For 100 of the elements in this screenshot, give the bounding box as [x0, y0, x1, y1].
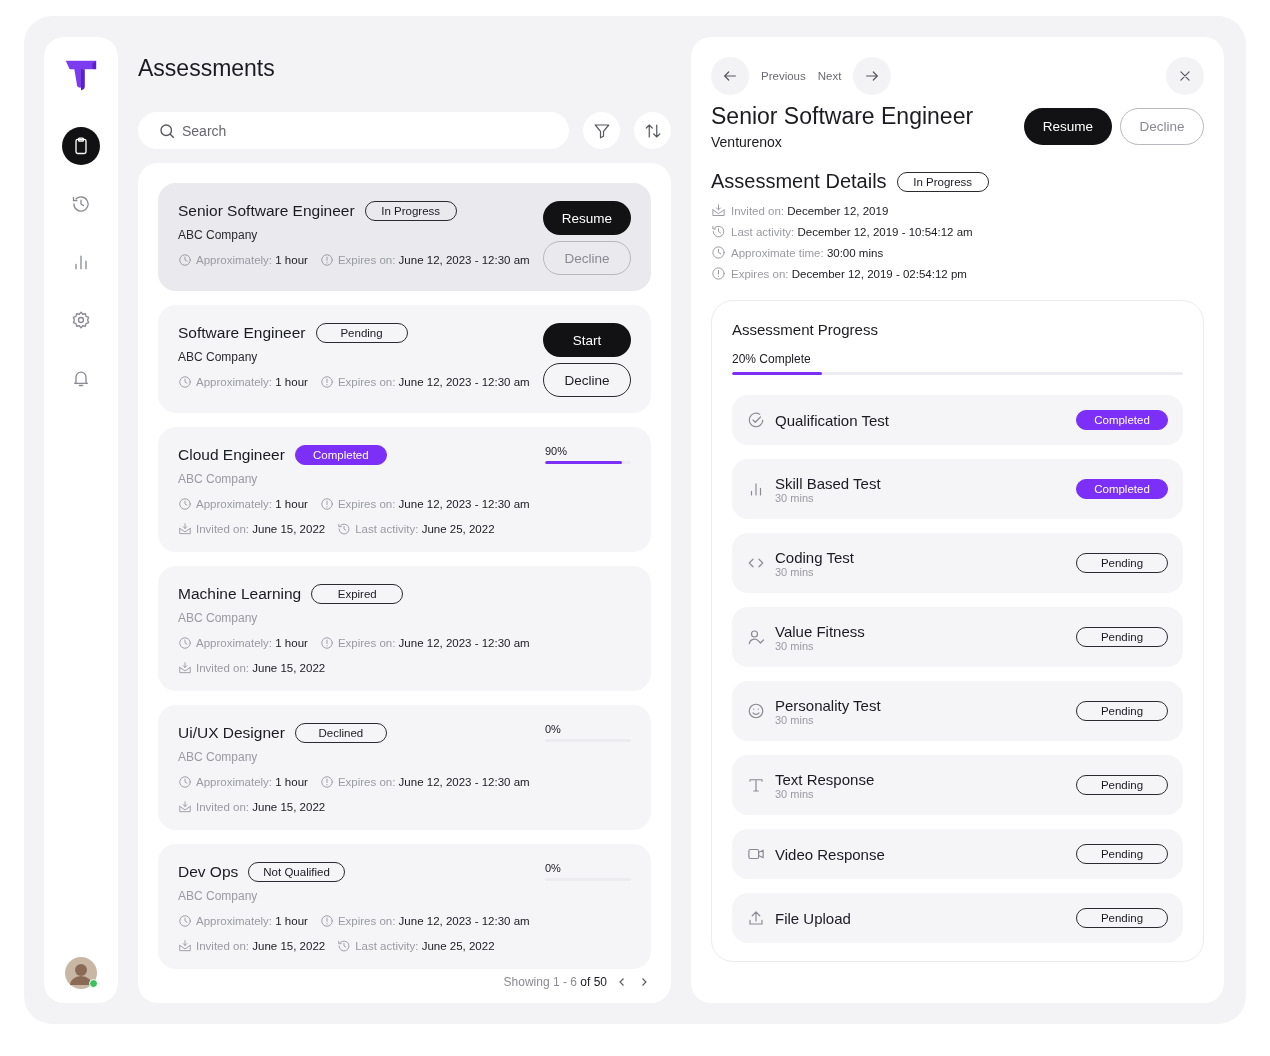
test-row[interactable]: Value Fitness 30 mins Pending: [732, 607, 1183, 667]
clock-icon: [711, 245, 726, 260]
history-icon: [337, 939, 352, 953]
assessment-card[interactable]: Dev Ops Not Qualified ABC Company Approximately: 1 hour Expires on: June 12, 2023 - 12:30 am Invited on: June 15, 2022 Last activity: June 25, 2022 0%: [158, 844, 651, 969]
test-name: Text Response: [775, 770, 876, 788]
clock-icon: [178, 636, 192, 650]
assessment-card[interactable]: Software Engineer Pending ABC Company Approximately: 1 hour Expires on: June 12, 2023 - 12:30 am Start Decline: [158, 305, 651, 413]
company-name: ABC Company: [178, 611, 259, 625]
smile-icon: [747, 702, 765, 720]
test-row[interactable]: Qualification Test Completed: [732, 395, 1183, 445]
alert-icon: [319, 497, 334, 511]
meta-text: Expires on: June 12, 2023 - 12:30 am: [337, 637, 530, 649]
meta-text: Approximately: 1 hour: [196, 376, 308, 388]
meta-text: Expires on: June 12, 2023 - 12:30 am: [337, 376, 530, 388]
test-row[interactable]: Coding Test 30 mins Pending: [732, 533, 1183, 593]
alert-icon: [319, 775, 334, 789]
sidebar-nav-button[interactable]: [62, 127, 100, 165]
search-field[interactable]: Search: [138, 112, 569, 149]
test-name: Value Fitness: [775, 622, 866, 640]
meta-text: Approximately: 1 hour: [196, 254, 308, 266]
company-name: ABC Company: [178, 350, 259, 364]
progress-title: Assessment Progress: [732, 321, 879, 338]
check-circle-icon: [747, 411, 765, 429]
alert-icon: [319, 636, 334, 650]
test-duration: 30 mins: [775, 787, 814, 800]
meta-text: Approximately: 1 hour: [196, 915, 308, 927]
history-icon: [711, 224, 726, 239]
alert-icon: [319, 253, 334, 267]
test-name: File Upload: [775, 909, 852, 927]
info-text: Approximate time: 30:00 mins: [731, 246, 884, 259]
user-check-icon: [747, 628, 765, 646]
sort-button[interactable]: [634, 112, 671, 149]
close-icon: [1178, 69, 1192, 83]
status-badge: Completed: [294, 445, 387, 465]
meta-text: Expires on: June 12, 2023 - 12:30 am: [337, 776, 530, 788]
user-avatar[interactable]: [65, 957, 97, 989]
history-icon: [337, 522, 352, 536]
meta-text: Invited on: June 15, 2022: [196, 523, 326, 535]
search-icon: [158, 122, 176, 140]
test-duration: 30 mins: [775, 639, 815, 652]
previous-link[interactable]: Previous: [761, 70, 806, 82]
arrow-right-icon: [864, 68, 881, 84]
meta-text: Last activity: June 25, 2022: [355, 523, 495, 535]
meta-text: Invited on: June 15, 2022: [196, 801, 326, 813]
assessment-title: Senior Software Engineer: [178, 202, 355, 220]
assessment-title: Ui/UX Designer: [178, 724, 285, 742]
upload-icon: [747, 909, 765, 927]
assessment-title: Software Engineer: [178, 324, 306, 342]
next-button[interactable]: [853, 57, 892, 95]
test-row[interactable]: Text Response 30 mins Pending: [732, 755, 1183, 815]
meta-text: Invited on: June 15, 2022: [196, 662, 326, 674]
detail-title: Senior Software Engineer: [711, 103, 975, 130]
assessment-card[interactable]: Machine Learning Expired ABC Company Approximately: 1 hour Expires on: June 12, 2023 - 12:30 am Invited on: June 15, 2022: [158, 566, 651, 691]
meta-text: Expires on: June 12, 2023 - 12:30 am: [337, 254, 530, 266]
history-icon: [71, 194, 91, 214]
alert-icon: [319, 375, 334, 389]
company-name: ABC Company: [178, 750, 259, 764]
primary-button[interactable]: Resume: [543, 201, 631, 235]
progress-label: 20% Complete: [732, 352, 812, 366]
close-button[interactable]: [1166, 57, 1204, 95]
meta-text: Expires on: June 12, 2023 - 12:30 am: [337, 915, 530, 927]
inbox-icon: [178, 522, 192, 536]
test-name: Skill Based Test: [775, 474, 882, 492]
next-link[interactable]: Next: [817, 70, 842, 82]
meta-text: Last activity: June 25, 2022: [355, 940, 495, 952]
test-row[interactable]: Personality Test 30 mins Pending: [732, 681, 1183, 741]
status-badge: Completed: [1076, 410, 1168, 430]
page-title: Assessments: [138, 55, 276, 83]
info-text: Last activity: December 12, 2019 - 10:54:12 am: [731, 225, 973, 238]
primary-button[interactable]: Start: [543, 323, 631, 357]
test-row[interactable]: Video Response Pending: [732, 829, 1183, 879]
meta-text: Expires on: June 12, 2023 - 12:30 am: [337, 498, 530, 510]
test-name: Video Response: [775, 845, 886, 863]
assessment-card[interactable]: Ui/UX Designer Declined ABC Company Approximately: 1 hour Expires on: June 12, 2023 - 12:30 am Invited on: June 15, 2022 0%: [158, 705, 651, 830]
meta-text: Approximately: 1 hour: [196, 776, 308, 788]
company-name: ABC Company: [178, 889, 259, 903]
assessment-title: Dev Ops: [178, 863, 239, 881]
progress-percent: 90%: [545, 445, 569, 457]
resume-button[interactable]: Resume: [1024, 108, 1112, 145]
alert-icon: [319, 914, 334, 928]
assessment-card[interactable]: Cloud Engineer Completed ABC Company Approximately: 1 hour Expires on: June 12, 2023 - 12:30 am Invited on: June 15, 2022 Last activity: June 25, 2022 90%: [158, 427, 651, 552]
meta-text: Approximately: 1 hour: [196, 637, 308, 649]
clock-icon: [178, 775, 192, 789]
previous-button[interactable]: [711, 57, 749, 95]
assessment-title: Cloud Engineer: [178, 446, 285, 464]
pagination-text: Showing 1 - 6 of 50: [503, 975, 607, 989]
test-row[interactable]: File Upload Pending: [732, 893, 1183, 943]
filter-button[interactable]: [583, 112, 620, 149]
test-row[interactable]: Skill Based Test 30 mins Completed: [732, 459, 1183, 519]
meta-text: Approximately: 1 hour: [196, 498, 308, 510]
inbox-icon: [178, 661, 192, 675]
test-duration: 30 mins: [775, 713, 814, 726]
sort-icon: [643, 121, 662, 140]
test-name: Qualification Test: [775, 411, 890, 429]
test-name: Coding Test: [775, 548, 855, 566]
assessment-title: Machine Learning: [178, 585, 302, 603]
alert-icon: [711, 266, 726, 281]
inbox-icon: [711, 203, 726, 218]
inbox-icon: [178, 939, 192, 953]
section-title: Assessment Details: [711, 170, 887, 193]
